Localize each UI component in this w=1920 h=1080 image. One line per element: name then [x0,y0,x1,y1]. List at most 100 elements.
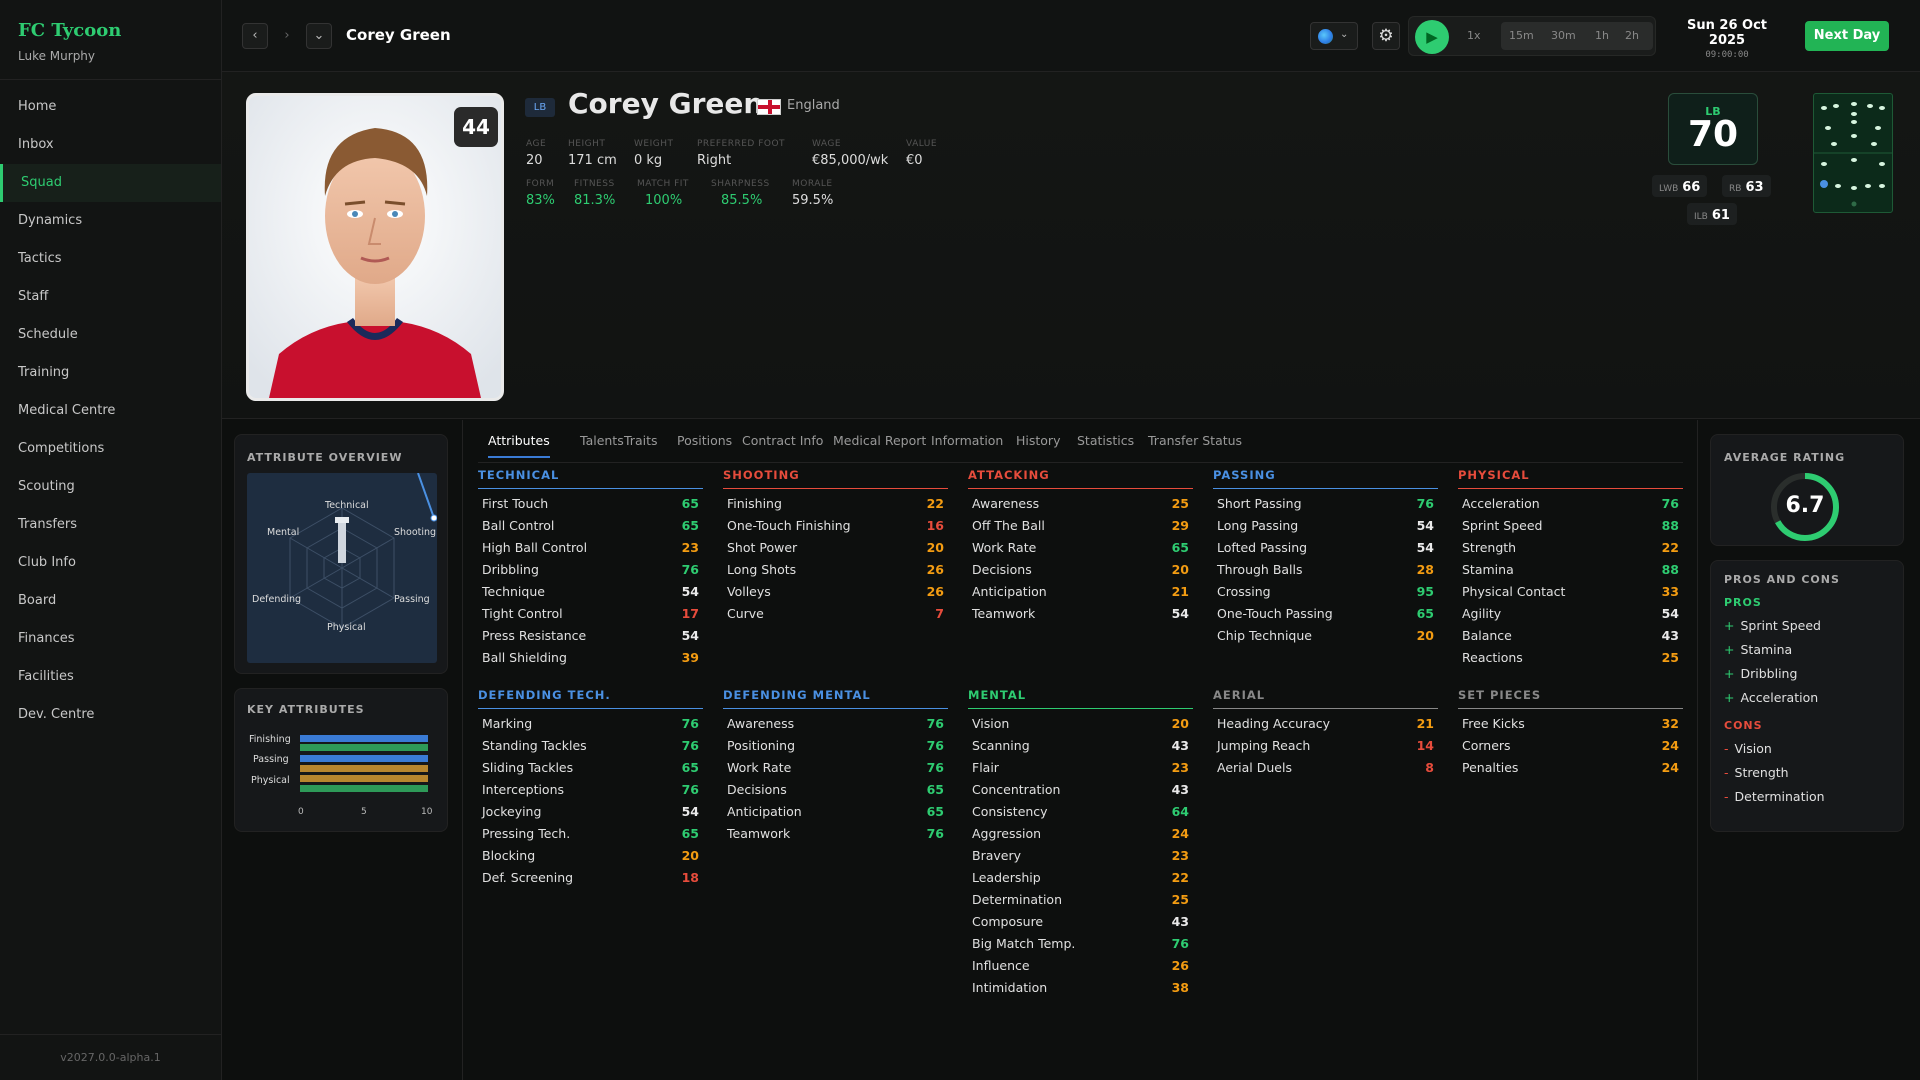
sidebar-item-dev-centre[interactable]: Dev. Centre [0,696,221,734]
attribute-row[interactable]: Finishing 22 [723,496,948,518]
attribute-row[interactable]: Determination 25 [968,892,1193,914]
attribute-row[interactable]: Decisions 20 [968,562,1193,584]
sidebar-item-medical-centre[interactable]: Medical Centre [0,392,221,430]
attribute-row[interactable]: Sprint Speed 88 [1458,518,1683,540]
attribute-row[interactable]: Off The Ball 29 [968,518,1193,540]
sidebar-item-inbox[interactable]: Inbox [0,126,221,164]
speed-option-1h[interactable]: 1h [1595,29,1609,42]
attribute-row[interactable]: Scanning 43 [968,738,1193,760]
sidebar-item-schedule[interactable]: Schedule [0,316,221,354]
tab-attributes[interactable]: Attributes [488,433,550,458]
attribute-row[interactable]: Jockeying 54 [478,804,703,826]
attribute-row[interactable]: Composure 43 [968,914,1193,936]
attribute-row[interactable]: Shot Power 20 [723,540,948,562]
attribute-row[interactable]: One-Touch Finishing 16 [723,518,948,540]
attribute-row[interactable]: Dribbling 76 [478,562,703,584]
tab-contract-info[interactable]: Contract Info [742,433,823,448]
app-title[interactable]: FC Tycoon [18,20,203,41]
next-day-button[interactable]: Next Day [1805,21,1889,51]
sidebar-item-facilities[interactable]: Facilities [0,658,221,696]
sidebar-item-home[interactable]: Home [0,88,221,126]
attribute-row[interactable]: Short Passing 76 [1213,496,1438,518]
attribute-row[interactable]: Ball Shielding 39 [478,650,703,672]
sidebar-item-board[interactable]: Board [0,582,221,620]
attribute-row[interactable]: Crossing 95 [1213,584,1438,606]
forward-button[interactable]: › [274,23,300,49]
attribute-row[interactable]: Vision 20 [968,716,1193,738]
attribute-row[interactable]: Jumping Reach 14 [1213,738,1438,760]
attribute-row[interactable]: Strength 22 [1458,540,1683,562]
attribute-row[interactable]: Positioning 76 [723,738,948,760]
attribute-row[interactable]: Long Shots 26 [723,562,948,584]
attribute-row[interactable]: Penalties 24 [1458,760,1683,782]
attribute-row[interactable]: Corners 24 [1458,738,1683,760]
attribute-row[interactable]: Pressing Tech. 65 [478,826,703,848]
sidebar-item-finances[interactable]: Finances [0,620,221,658]
attribute-row[interactable]: Concentration 43 [968,782,1193,804]
sidebar-item-training[interactable]: Training [0,354,221,392]
attribute-row[interactable]: Teamwork 54 [968,606,1193,628]
attribute-row[interactable]: Curve 7 [723,606,948,628]
attribute-row[interactable]: Awareness 76 [723,716,948,738]
attribute-row[interactable]: Decisions 65 [723,782,948,804]
attribute-row[interactable]: Consistency 64 [968,804,1193,826]
attribute-row[interactable]: Awareness 25 [968,496,1193,518]
attribute-row[interactable]: Bravery 23 [968,848,1193,870]
attribute-row[interactable]: Reactions 25 [1458,650,1683,672]
attribute-row[interactable]: Technique 54 [478,584,703,606]
sidebar-item-club-info[interactable]: Club Info [0,544,221,582]
attribute-row[interactable]: Def. Screening 18 [478,870,703,892]
attribute-row[interactable]: Influence 26 [968,958,1193,980]
sidebar-item-dynamics[interactable]: Dynamics [0,202,221,240]
attribute-row[interactable]: Anticipation 21 [968,584,1193,606]
sidebar-item-tactics[interactable]: Tactics [0,240,221,278]
tab-talents[interactable]: Talents [580,433,624,448]
speed-indicator[interactable]: 1x [1467,29,1481,42]
sidebar-item-scouting[interactable]: Scouting [0,468,221,506]
attribute-row[interactable]: Standing Tackles 76 [478,738,703,760]
attribute-row[interactable]: Stamina 88 [1458,562,1683,584]
attribute-row[interactable]: First Touch 65 [478,496,703,518]
play-button[interactable]: ▶ [1415,20,1449,54]
attribute-row[interactable]: Heading Accuracy 21 [1213,716,1438,738]
speed-option-30m[interactable]: 30m [1551,29,1576,42]
language-selector[interactable]: ⌄ [1310,22,1358,50]
attribute-row[interactable]: Marking 76 [478,716,703,738]
attribute-row[interactable]: Leadership 22 [968,870,1193,892]
attribute-row[interactable]: Teamwork 76 [723,826,948,848]
attribute-row[interactable]: Blocking 20 [478,848,703,870]
attribute-row[interactable]: Work Rate 65 [968,540,1193,562]
sidebar-item-squad[interactable]: Squad [0,164,221,202]
sidebar-item-competitions[interactable]: Competitions [0,430,221,468]
attribute-row[interactable]: Press Resistance 54 [478,628,703,650]
speed-option-2h[interactable]: 2h [1625,29,1639,42]
tab-transfer-status[interactable]: Transfer Status [1148,433,1242,448]
attribute-row[interactable]: Anticipation 65 [723,804,948,826]
attribute-row[interactable]: Ball Control 65 [478,518,703,540]
tab-history[interactable]: History [1016,433,1060,448]
tab-medical-report[interactable]: Medical Report [833,433,926,448]
attribute-row[interactable]: Acceleration 76 [1458,496,1683,518]
attribute-row[interactable]: Chip Technique 20 [1213,628,1438,650]
attribute-row[interactable]: Free Kicks 32 [1458,716,1683,738]
attribute-row[interactable]: Flair 23 [968,760,1193,782]
attribute-row[interactable]: Aerial Duels 8 [1213,760,1438,782]
settings-button[interactable]: ⚙ [1372,22,1400,50]
attribute-row[interactable]: One-Touch Passing 65 [1213,606,1438,628]
back-button[interactable]: ‹ [242,23,268,49]
attribute-row[interactable]: High Ball Control 23 [478,540,703,562]
tab-statistics[interactable]: Statistics [1077,433,1134,448]
attribute-row[interactable]: Intimidation 38 [968,980,1193,1002]
attribute-row[interactable]: Lofted Passing 54 [1213,540,1438,562]
attribute-row[interactable]: Agility 54 [1458,606,1683,628]
speed-option-15m[interactable]: 15m [1509,29,1534,42]
attribute-row[interactable]: Long Passing 54 [1213,518,1438,540]
history-dropdown-button[interactable]: ⌄ [306,23,332,49]
attribute-row[interactable]: Work Rate 76 [723,760,948,782]
sidebar-item-staff[interactable]: Staff [0,278,221,316]
attribute-row[interactable]: Through Balls 28 [1213,562,1438,584]
attribute-row[interactable]: Aggression 24 [968,826,1193,848]
tab-traits[interactable]: Traits [624,433,657,448]
attribute-row[interactable]: Physical Contact 33 [1458,584,1683,606]
attribute-row[interactable]: Sliding Tackles 65 [478,760,703,782]
